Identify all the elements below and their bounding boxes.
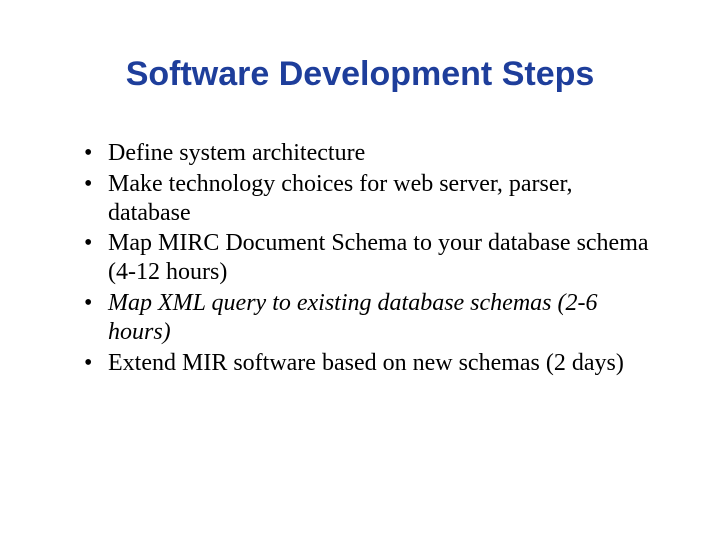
list-item: Define system architecture [80,139,660,168]
bullet-text: Map XML query to existing database schem… [108,290,597,345]
bullet-text: Define system architecture [108,140,365,166]
bullet-text: Map MIRC Document Schema to your databas… [108,230,649,285]
list-item: Extend MIR software based on new schemas… [80,349,660,378]
slide: Software Development Steps Define system… [0,0,720,540]
list-item: Make technology choices for web server, … [80,170,660,228]
bullet-list: Define system architecture Make technolo… [50,139,670,377]
list-item: Map XML query to existing database schem… [80,289,660,347]
bullet-text: Make technology choices for web server, … [108,171,573,226]
list-item: Map MIRC Document Schema to your databas… [80,229,660,287]
slide-title: Software Development Steps [50,55,670,94]
bullet-text: Extend MIR software based on new schemas… [108,350,624,376]
